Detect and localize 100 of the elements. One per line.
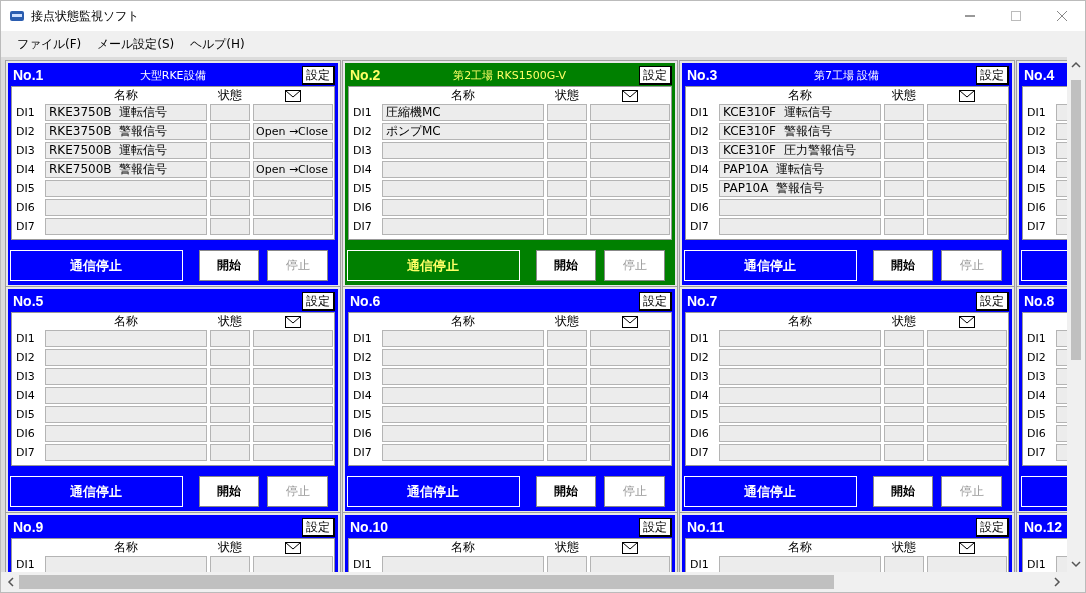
panel-title: 大型RKE設備 [138,67,207,83]
channel-label: DI2 [690,351,710,364]
name-cell: PAP10A 警報信号 [719,180,881,197]
status-cell [210,330,250,347]
settings-button[interactable]: 設定 [302,517,335,537]
channel-label: DI7 [1027,446,1047,459]
scroll-up-icon[interactable] [1071,61,1081,69]
channel-label: DI3 [353,144,373,157]
connection-status: 通信停止 [684,250,857,281]
column-heading: 名称 [450,313,476,330]
settings-button[interactable]: 設定 [302,65,335,85]
channel-label: DI1 [1027,558,1047,571]
menu-item[interactable]: ファイル(F) [17,35,82,53]
column-heading: 状態 [217,87,243,104]
name-cell: 圧縮機MC [382,104,544,121]
channel-label: DI4 [16,389,36,402]
scroll-right-icon[interactable] [1053,577,1061,587]
channel-label: DI2 [1027,351,1047,364]
channel-label: DI7 [16,446,36,459]
start-button[interactable]: 開始 [198,476,260,507]
settings-button[interactable]: 設定 [976,65,1009,85]
name-cell: RKE3750B 運転信号 [45,104,207,121]
status-cell [210,349,250,366]
panel-number: No.10 [350,519,389,535]
status-cell [547,123,587,140]
channel-label: DI6 [16,201,36,214]
settings-button[interactable]: 設定 [302,291,335,311]
mail-icon [285,89,301,102]
column-heading: 名称 [113,87,139,104]
channel-label: DI3 [16,370,36,383]
channel-label: DI5 [16,408,36,421]
channel-label: DI5 [353,182,373,195]
name-cell: ポンプMC [382,123,544,140]
mail-icon [622,315,638,328]
channel-label: DI3 [1027,370,1047,383]
channel-label: DI1 [690,106,710,119]
settings-button[interactable]: 設定 [639,291,672,311]
start-button[interactable]: 開始 [198,250,260,281]
status-cell [547,368,587,385]
panel-number: No.2 [350,67,381,83]
start-button[interactable]: 開始 [872,476,934,507]
scroll-left-icon[interactable] [7,577,15,587]
status-cell [884,406,924,423]
app-icon [9,8,25,24]
channel-label: DI7 [1027,220,1047,233]
status-cell [884,556,924,572]
name-cell: KCE310F 圧力警報信号 [719,142,881,159]
channel-label: DI4 [16,163,36,176]
channel-label: DI1 [353,332,373,345]
close-icon[interactable] [1057,11,1067,21]
settings-button[interactable]: 設定 [639,65,672,85]
settings-button[interactable]: 設定 [639,517,672,537]
column-heading: 状態 [554,313,580,330]
settings-button[interactable]: 設定 [976,291,1009,311]
status-cell [547,104,587,121]
channel-label: DI2 [690,125,710,138]
status-cell [884,330,924,347]
channel-label: DI7 [353,446,373,459]
panel-number: No.6 [350,293,381,309]
start-button[interactable]: 開始 [535,476,597,507]
status-cell [210,556,250,572]
channel-label: DI1 [16,332,36,345]
column-heading: 名称 [113,539,139,556]
panel-number: No.9 [13,519,44,535]
status-cell [210,199,250,216]
panel-number: No.11 [687,519,725,535]
column-heading: 状態 [217,539,243,556]
channel-label: DI1 [16,106,36,119]
column-heading: 名称 [450,87,476,104]
channel-label: DI2 [16,125,36,138]
name-cell: KCE310F 警報信号 [719,123,881,140]
settings-button[interactable]: 設定 [976,517,1009,537]
status-cell [210,123,250,140]
column-heading: 名称 [450,539,476,556]
panel-number: No.1 [13,67,44,83]
column-heading: 名称 [787,87,813,104]
start-button[interactable]: 開始 [872,250,934,281]
status-cell [884,142,924,159]
status-cell [210,218,250,235]
start-button[interactable]: 開始 [535,250,597,281]
menu-item[interactable]: メール設定(S) [97,35,175,53]
channel-label: DI1 [16,558,36,571]
scroll-down-icon[interactable] [1071,560,1081,568]
channel-label: DI4 [353,389,373,402]
channel-label: DI6 [353,427,373,440]
menu-item[interactable]: ヘルプ(H) [190,35,245,53]
column-heading: 状態 [217,313,243,330]
maximize-icon[interactable] [1011,11,1021,21]
mail-cell: Open →Close [253,123,333,140]
status-cell [884,218,924,235]
panel-number: No.7 [687,293,718,309]
status-cell [547,444,587,461]
connection-status: 通信停止 [10,250,183,281]
status-cell [884,444,924,461]
panel-number: No.5 [13,293,44,309]
mail-icon [285,541,301,554]
channel-label: DI3 [353,370,373,383]
status-cell [210,180,250,197]
channel-label: DI6 [353,201,373,214]
window-title: 接点状態監視ソフト [31,7,140,25]
